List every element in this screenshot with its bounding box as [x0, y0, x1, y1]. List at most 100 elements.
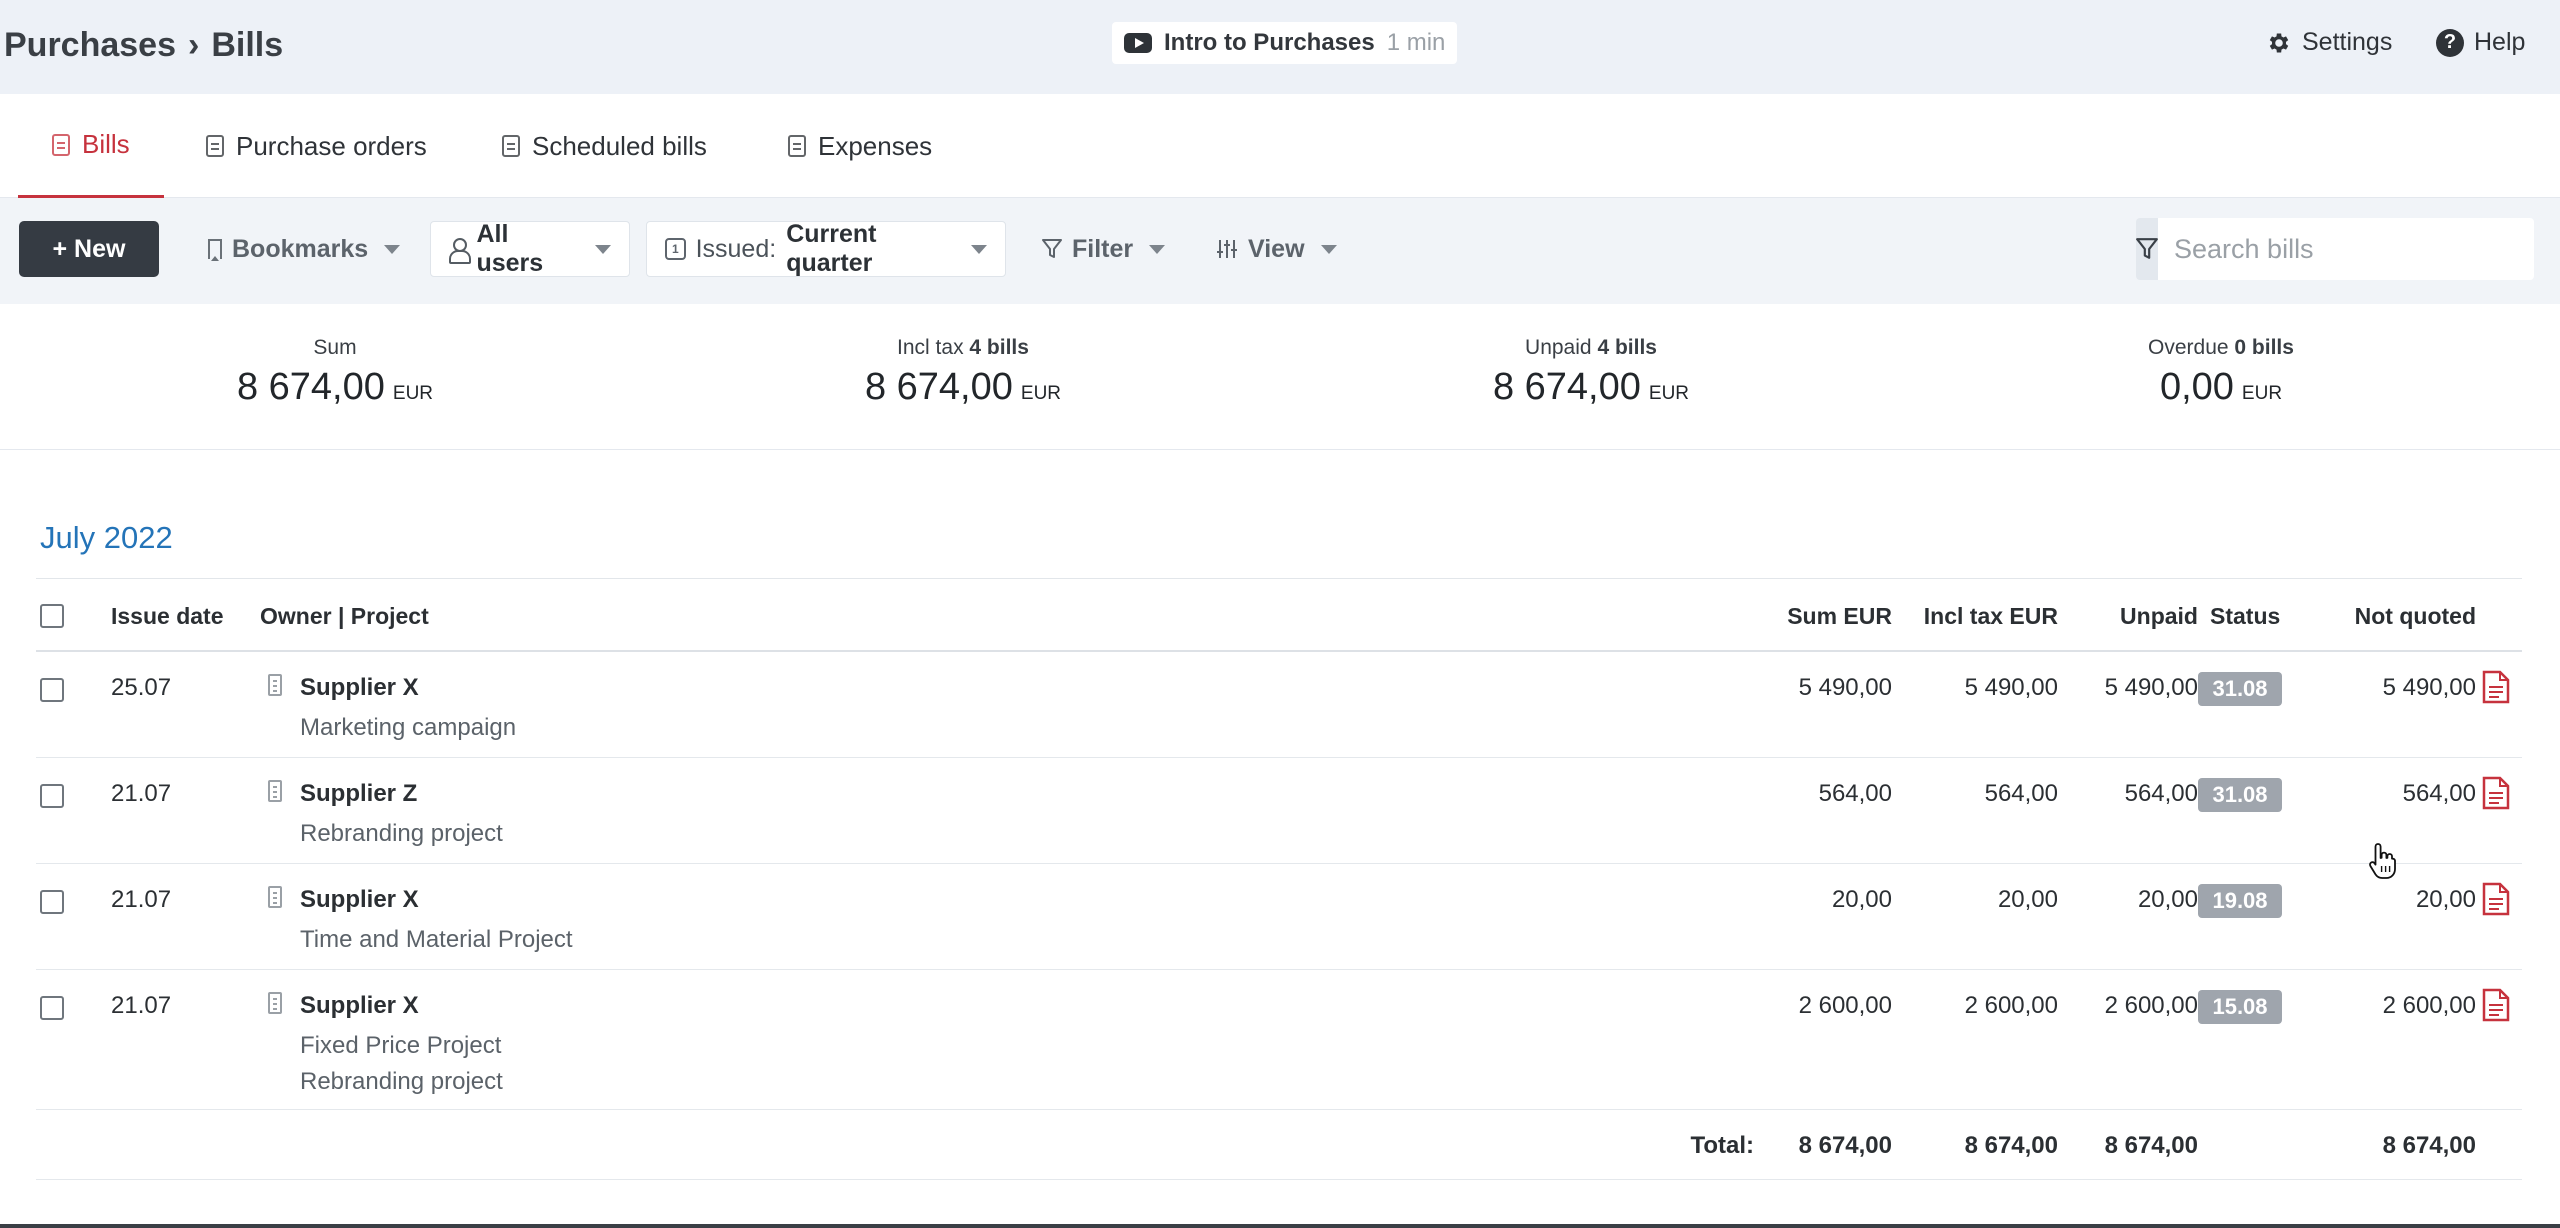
search-input[interactable]	[2158, 218, 2534, 280]
total-not-quoted: 8 674,00	[2382, 1132, 2476, 1159]
incl-tax-value: 20,00	[1997, 886, 2058, 913]
summary-overdue: Overdue 0 bills 0,00 EUR	[2086, 336, 2356, 409]
tab-label: Bills	[82, 129, 130, 159]
sum-value: 20,00	[1831, 886, 1892, 913]
total-unpaid: 8 674,00	[2104, 1132, 2198, 1159]
col-not-quoted[interactable]: Not quoted	[2355, 603, 2476, 630]
bookmarks-dropdown[interactable]: Bookmarks	[190, 221, 418, 277]
settings-link[interactable]: Settings	[2266, 28, 2392, 57]
pdf-icon[interactable]	[2482, 776, 2510, 810]
row-checkbox[interactable]	[40, 890, 64, 914]
tab-bar: Bills Purchase orders Scheduled bills Ex…	[0, 94, 2560, 198]
summary-bar: Sum 8 674,00 EUR Incl tax 4 bills 8 674,0…	[0, 304, 2560, 450]
status-badge: 31.08	[2198, 672, 2282, 706]
bills-table: Issue date Owner | Project Sum EUR Incl …	[36, 578, 2522, 1180]
unpaid-value: 5 490,00	[2104, 674, 2198, 701]
supplier-name[interactable]: Supplier X	[300, 886, 573, 914]
row-checkbox[interactable]	[40, 996, 64, 1020]
summary-label: Sum	[313, 336, 357, 359]
col-owner-project[interactable]: Owner | Project	[260, 603, 429, 630]
intro-video-link[interactable]: Intro to Purchases 1 min	[1112, 22, 1458, 64]
summary-value: 8 674,00 EUR	[1492, 366, 1690, 408]
filter-dropdown[interactable]: Filter	[1024, 221, 1183, 277]
unpaid-value: 564,00	[2124, 780, 2198, 807]
owner-project: Supplier X Fixed Price Project Rebrandin…	[300, 992, 503, 1096]
table-row[interactable]: 21.07 Supplier X Fixed Price Project Reb…	[36, 970, 2522, 1110]
supplier-name[interactable]: Supplier Z	[300, 780, 503, 808]
summary-label: Overdue 0 bills	[2148, 336, 2294, 359]
table-row[interactable]: 25.07 Supplier X Marketing campaign 5 49…	[36, 652, 2522, 758]
toolbar: + New Bookmarks All users 1 Issued: Curr…	[0, 198, 2560, 304]
tab-scheduled-bills[interactable]: Scheduled bills	[502, 94, 707, 198]
incl-tax-value: 5 490,00	[1964, 674, 2058, 701]
col-status[interactable]: Status	[2210, 603, 2280, 630]
select-all-checkbox[interactable]	[40, 604, 64, 628]
row-checkbox[interactable]	[40, 678, 64, 702]
pdf-icon[interactable]	[2482, 670, 2510, 704]
table-row[interactable]: 21.07 Supplier X Time and Material Proje…	[36, 864, 2522, 970]
summary-value: 8 674,00 EUR	[864, 366, 1062, 408]
unpaid-value: 2 600,00	[2104, 992, 2198, 1019]
col-unpaid[interactable]: Unpaid	[2120, 603, 2198, 630]
project-name: Rebranding project	[300, 1068, 503, 1095]
help-label: Help	[2474, 28, 2526, 56]
tab-purchase-orders[interactable]: Purchase orders	[206, 94, 427, 198]
issue-date: 25.07	[111, 674, 172, 701]
supplier-name[interactable]: Supplier X	[300, 992, 503, 1020]
not-quoted-value: 5 490,00	[2382, 674, 2476, 701]
chevron-down-icon	[384, 244, 401, 254]
calendar-icon: 1	[665, 238, 686, 260]
row-checkbox[interactable]	[40, 784, 64, 808]
user-icon	[449, 238, 472, 264]
intro-duration: 1 min	[1386, 29, 1446, 56]
issue-date: 21.07	[111, 886, 172, 913]
total-sum: 8 674,00	[1798, 1132, 1892, 1159]
col-issue-date[interactable]: Issue date	[111, 603, 224, 630]
sum-value: 564,00	[1818, 780, 1892, 807]
chevron-down-icon	[971, 244, 987, 254]
summary-incl-tax: Incl tax 4 bills 8 674,00 EUR	[828, 336, 1098, 409]
total-label: Total:	[1690, 1132, 1754, 1159]
search-filter-button[interactable]	[2136, 218, 2158, 280]
sliders-icon	[1217, 240, 1237, 258]
tab-label: Purchase orders	[236, 130, 427, 161]
summary-sum: Sum 8 674,00 EUR	[200, 336, 470, 409]
help-link[interactable]: ? Help	[2436, 28, 2525, 57]
sum-value: 5 490,00	[1798, 674, 1892, 701]
status-badge: 15.08	[2198, 990, 2282, 1024]
summary-value: 0,00 EUR	[2159, 366, 2283, 408]
bookmark-icon	[208, 239, 222, 261]
col-sum[interactable]: Sum EUR	[1787, 603, 1892, 630]
issued-period-dropdown[interactable]: 1 Issued: Current quarter	[646, 220, 1006, 277]
tab-bills[interactable]: Bills	[18, 94, 164, 198]
not-quoted-value: 2 600,00	[2382, 992, 2476, 1019]
chevron-down-icon	[595, 244, 611, 254]
top-bar: Purchases › Bills Intro to Purchases 1 m…	[0, 0, 2560, 94]
breadcrumb-parent[interactable]: Purchases	[4, 26, 176, 65]
tab-expenses[interactable]: Expenses	[788, 94, 932, 198]
table-row[interactable]: 21.07 Supplier Z Rebranding project 564,…	[36, 758, 2522, 864]
settings-label: Settings	[2302, 28, 2393, 56]
not-quoted-value: 20,00	[2415, 886, 2476, 913]
pdf-icon[interactable]	[2482, 988, 2510, 1022]
incl-tax-value: 2 600,00	[1964, 992, 2058, 1019]
total-incl-tax: 8 674,00	[1964, 1132, 2058, 1159]
bill-icon	[788, 135, 806, 157]
hand-cursor-icon	[2369, 843, 2396, 879]
pdf-icon[interactable]	[2482, 882, 2510, 916]
project-name: Marketing campaign	[300, 714, 517, 741]
col-incl-tax[interactable]: Incl tax EUR	[1924, 603, 2058, 630]
status-badge: 31.08	[2198, 778, 2282, 812]
unpaid-value: 20,00	[2137, 886, 2198, 913]
summary-value: 8 674,00 EUR	[236, 366, 434, 408]
supplier-name[interactable]: Supplier X	[300, 674, 516, 702]
funnel-icon	[2136, 238, 2158, 259]
project-icon	[268, 780, 282, 802]
view-label: View	[1248, 234, 1305, 263]
owner-project: Supplier X Marketing campaign	[300, 674, 516, 742]
view-dropdown[interactable]: View	[1198, 221, 1355, 277]
users-dropdown[interactable]: All users	[430, 220, 630, 277]
funnel-icon	[1042, 239, 1062, 258]
new-bill-button[interactable]: + New	[19, 221, 159, 277]
bookmarks-label: Bookmarks	[232, 234, 369, 263]
